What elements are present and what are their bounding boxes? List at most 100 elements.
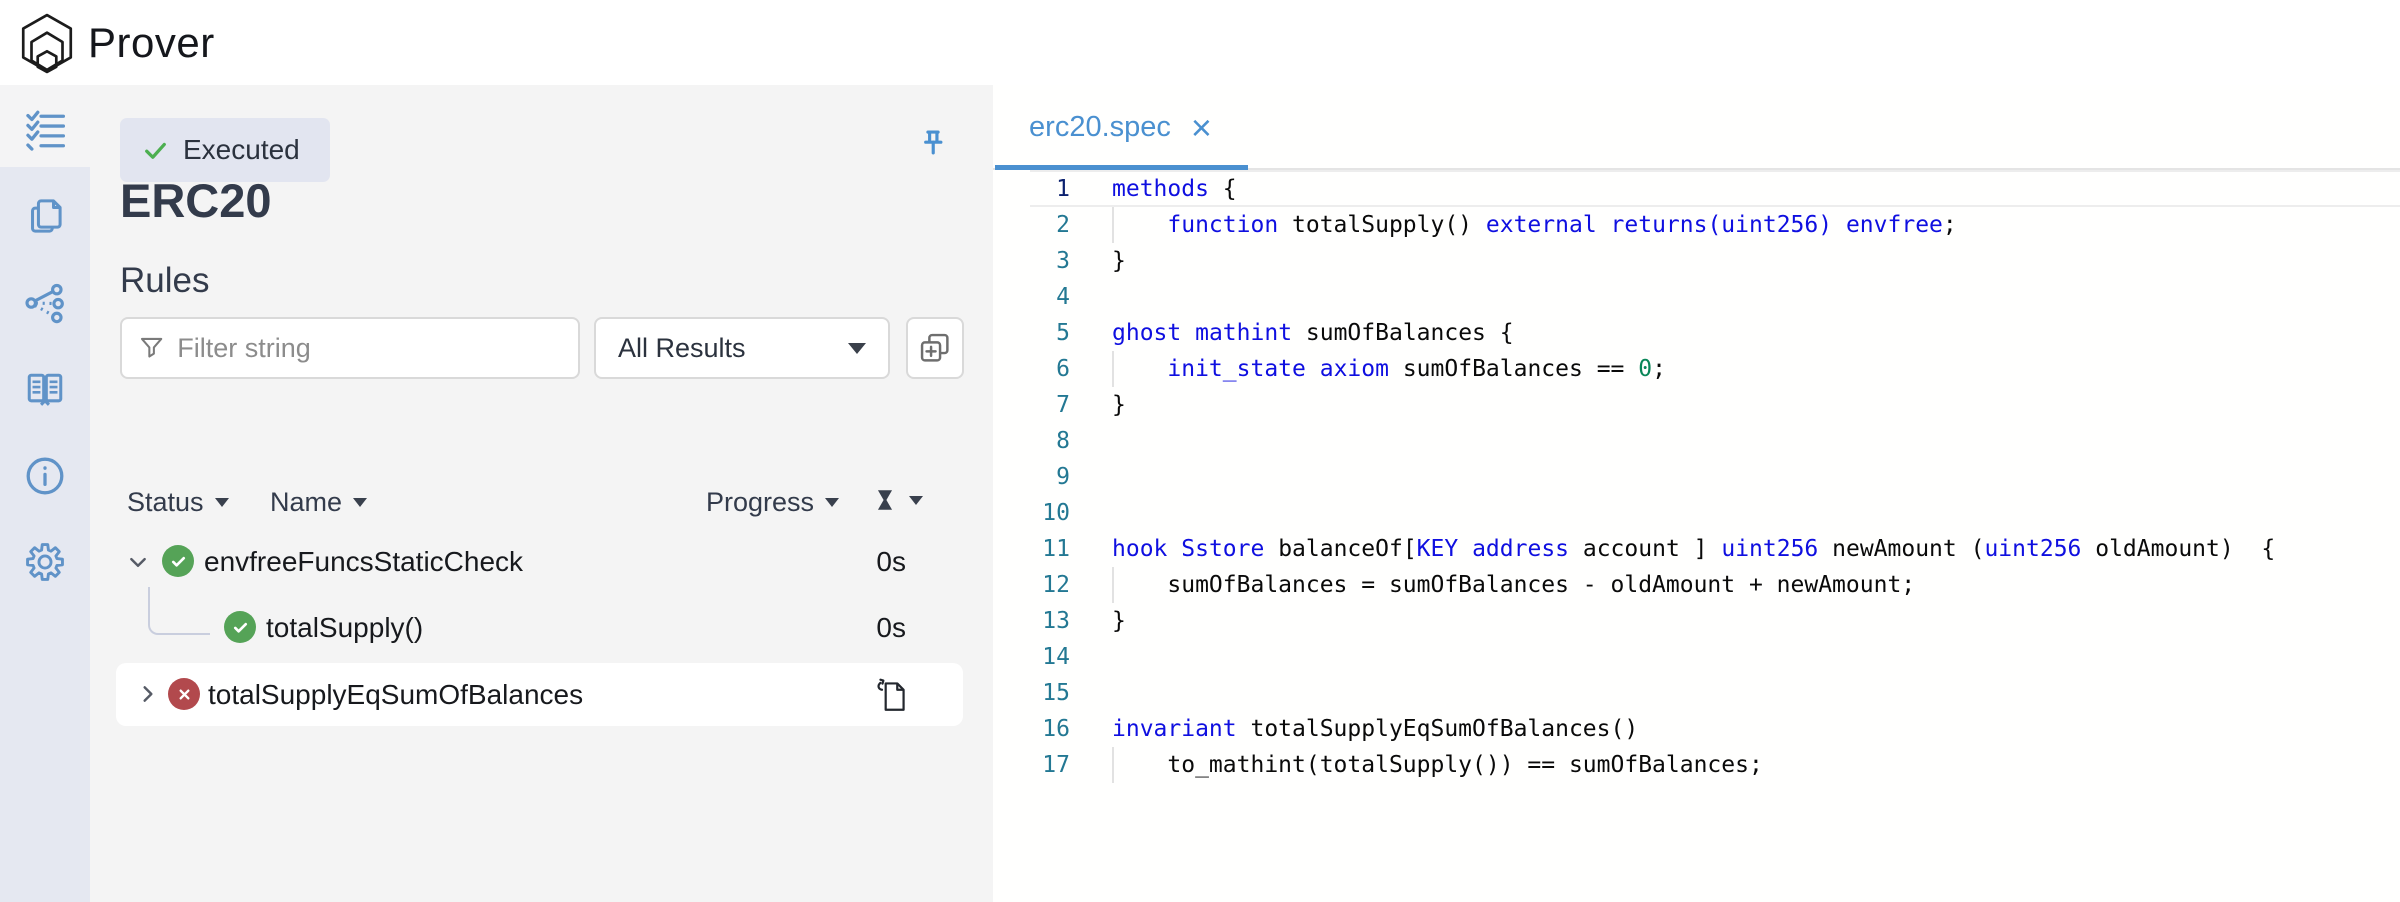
open-source-file-icon[interactable] bbox=[873, 675, 911, 715]
column-header-status-label: Status bbox=[127, 487, 204, 518]
column-header-progress[interactable]: Progress bbox=[706, 487, 839, 518]
code-text: methods { bbox=[1112, 171, 1237, 207]
check-icon bbox=[142, 137, 169, 164]
status-violated-icon bbox=[168, 678, 200, 710]
line-number: 13 bbox=[993, 603, 1070, 639]
rule-row-totalSupply[interactable]: totalSupply() 0s bbox=[90, 603, 993, 655]
line-number: 2 bbox=[993, 207, 1070, 243]
column-header-progress-label: Progress bbox=[706, 487, 814, 518]
page-title: ERC20 bbox=[120, 173, 272, 228]
line-number: 11 bbox=[993, 531, 1070, 567]
rules-checklist-icon[interactable] bbox=[0, 100, 90, 160]
status-badge-label: Executed bbox=[183, 134, 300, 166]
settings-gear-icon[interactable] bbox=[0, 532, 90, 592]
code-text: init_state axiom sumOfBalances == 0; bbox=[1112, 351, 1666, 387]
sort-caret-icon bbox=[825, 498, 839, 507]
app-header: Prover bbox=[0, 0, 2400, 85]
code-text: } bbox=[1112, 387, 1126, 423]
code-line[interactable]: 7} bbox=[993, 387, 2400, 423]
rule-duration: 0s bbox=[876, 612, 906, 644]
code-line[interactable]: 13} bbox=[993, 603, 2400, 639]
code-line[interactable]: 14 bbox=[993, 639, 2400, 675]
line-number: 9 bbox=[993, 459, 1070, 495]
status-verified-icon bbox=[224, 611, 256, 643]
code-line[interactable]: 2 function totalSupply() external return… bbox=[993, 207, 2400, 243]
code-line[interactable]: 6 init_state axiom sumOfBalances == 0; bbox=[993, 351, 2400, 387]
line-number: 16 bbox=[993, 711, 1070, 747]
line-number: 6 bbox=[993, 351, 1070, 387]
rule-row-envfreeFuncsStaticCheck[interactable]: envfreeFuncsStaticCheck 0s bbox=[90, 537, 993, 589]
rule-name: totalSupply() bbox=[266, 612, 423, 644]
tab-erc20-spec[interactable]: erc20.spec × bbox=[993, 85, 1248, 170]
rules-section-title: Rules bbox=[120, 261, 209, 301]
line-number: 15 bbox=[993, 675, 1070, 711]
rule-duration: 0s bbox=[876, 546, 906, 578]
code-line[interactable]: 17 to_mathint(totalSupply()) == sumOfBal… bbox=[993, 747, 2400, 783]
icon-rail bbox=[0, 85, 90, 902]
code-text: ghost mathint sumOfBalances { bbox=[1112, 315, 1514, 351]
documentation-book-icon[interactable] bbox=[0, 359, 90, 419]
sort-caret-icon bbox=[353, 498, 367, 507]
code-line[interactable]: 4 bbox=[993, 279, 2400, 315]
status-verified-icon bbox=[162, 545, 194, 577]
code-lines: 1methods {2 function totalSupply() exter… bbox=[993, 171, 2400, 783]
pin-icon[interactable] bbox=[915, 127, 951, 163]
call-graph-icon[interactable] bbox=[0, 273, 90, 333]
spec-editor: erc20.spec × 1methods {2 function totalS… bbox=[993, 85, 2400, 902]
line-number: 1 bbox=[993, 171, 1070, 207]
line-number: 17 bbox=[993, 747, 1070, 783]
chevron-down-icon[interactable] bbox=[128, 553, 148, 573]
code-line[interactable]: 3} bbox=[993, 243, 2400, 279]
info-icon[interactable] bbox=[0, 446, 90, 506]
code-text: } bbox=[1112, 603, 1126, 639]
column-header-name[interactable]: Name bbox=[270, 487, 367, 518]
code-text: sumOfBalances = sumOfBalances - oldAmoun… bbox=[1112, 567, 1915, 603]
tab-close-icon[interactable]: × bbox=[1191, 113, 1212, 143]
column-header-name-label: Name bbox=[270, 487, 342, 518]
contracts-files-icon[interactable] bbox=[0, 186, 90, 246]
line-number: 3 bbox=[993, 243, 1070, 279]
tab-label: erc20.spec bbox=[1029, 111, 1171, 144]
code-line[interactable]: 10 bbox=[993, 495, 2400, 531]
caret-down-icon bbox=[848, 343, 866, 354]
copy-plus-icon bbox=[917, 330, 953, 366]
code-line[interactable]: 15 bbox=[993, 675, 2400, 711]
code-line[interactable]: 5 ghost mathint sumOfBalances { bbox=[993, 315, 2400, 351]
code-text: function totalSupply() external returns(… bbox=[1112, 207, 1957, 243]
code-line[interactable]: 9 bbox=[993, 459, 2400, 495]
chevron-right-icon[interactable] bbox=[138, 684, 158, 704]
code-text: invariant totalSupplyEqSumOfBalances() bbox=[1112, 711, 1638, 747]
editor-tab-bar: erc20.spec × bbox=[993, 85, 2400, 170]
line-number: 10 bbox=[993, 495, 1070, 531]
hourglass-icon bbox=[872, 487, 898, 513]
filter-input[interactable] bbox=[177, 333, 562, 364]
code-text: } bbox=[1112, 243, 1126, 279]
line-number: 12 bbox=[993, 567, 1070, 603]
duplicate-view-button[interactable] bbox=[906, 317, 964, 379]
column-header-status[interactable]: Status bbox=[127, 487, 229, 518]
app-title: Prover bbox=[88, 19, 215, 67]
code-text: hook Sstore balanceOf[KEY address accoun… bbox=[1112, 531, 2275, 567]
code-line[interactable]: 8 bbox=[993, 423, 2400, 459]
rule-row-totalSupplyEqSumOfBalances[interactable]: totalSupplyEqSumOfBalances bbox=[116, 663, 963, 726]
code-line[interactable]: 11 hook Sstore balanceOf[KEY address acco… bbox=[993, 531, 2400, 567]
line-number: 5 bbox=[993, 315, 1070, 351]
rule-name: envfreeFuncsStaticCheck bbox=[204, 546, 523, 578]
sort-caret-icon bbox=[909, 496, 923, 505]
tree-connector bbox=[148, 587, 210, 635]
code-line[interactable]: 1 methods { bbox=[993, 171, 2400, 207]
line-number: 7 bbox=[993, 387, 1070, 423]
code-text: to_mathint(totalSupply()) == sumOfBalanc… bbox=[1112, 747, 1763, 783]
filter-input-wrapper bbox=[120, 317, 580, 379]
filter-funnel-icon bbox=[138, 333, 165, 363]
prover-logo-icon bbox=[16, 12, 78, 74]
results-filter-value: All Results bbox=[618, 333, 746, 364]
column-header-duration[interactable] bbox=[872, 487, 923, 513]
line-number: 4 bbox=[993, 279, 1070, 315]
sort-caret-icon bbox=[215, 498, 229, 507]
results-filter-select[interactable]: All Results bbox=[594, 317, 890, 379]
code-line[interactable]: 12 sumOfBalances = sumOfBalances - oldAm… bbox=[993, 567, 2400, 603]
code-line[interactable]: 16 invariant totalSupplyEqSumOfBalances() bbox=[993, 711, 2400, 747]
rule-name: totalSupplyEqSumOfBalances bbox=[208, 679, 583, 711]
line-number: 14 bbox=[993, 639, 1070, 675]
